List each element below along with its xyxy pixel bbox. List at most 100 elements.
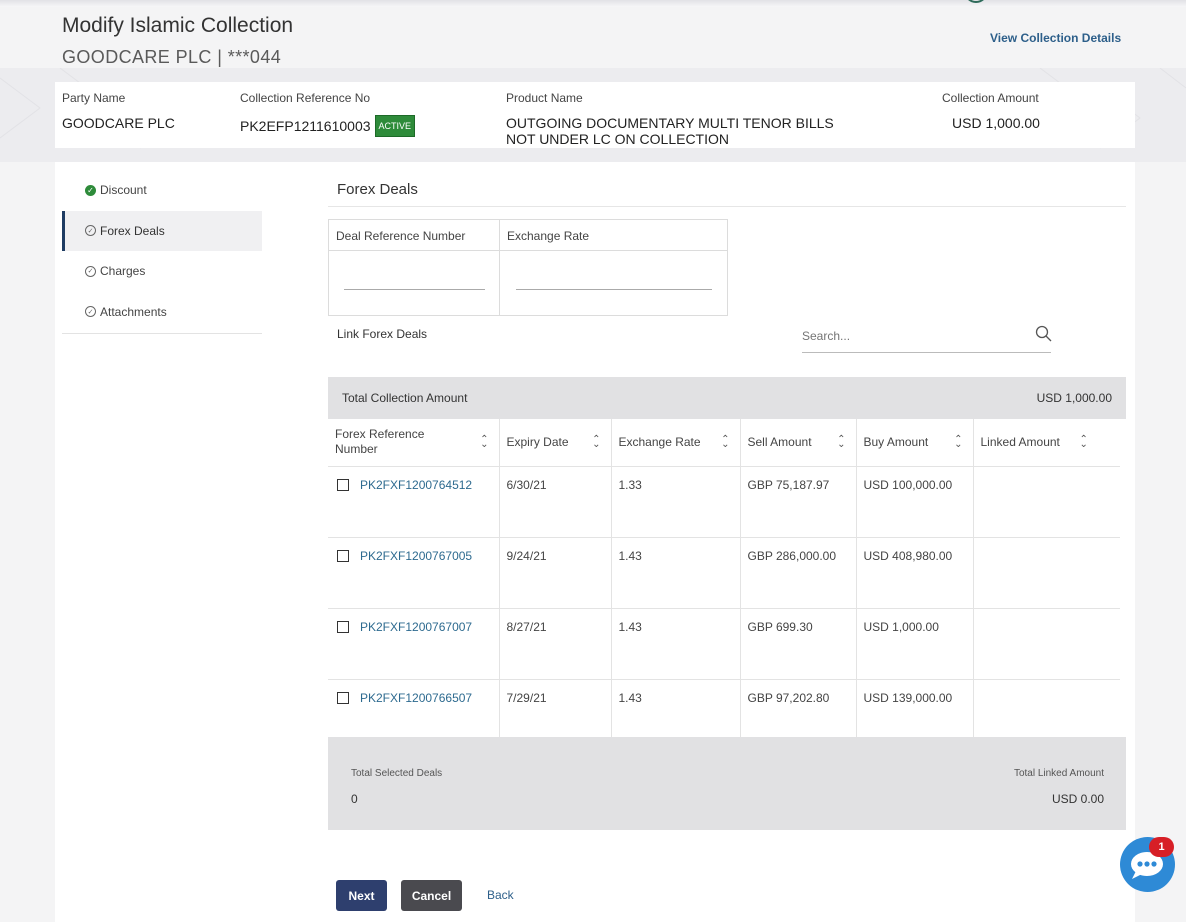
exchange-rate-header: Exchange Rate	[507, 229, 590, 243]
sidebar-item-charges[interactable]: ✓ Charges	[62, 251, 262, 292]
total-linked-amount-label: Total Linked Amount	[1013, 768, 1104, 779]
cancel-button[interactable]: Cancel	[401, 880, 462, 911]
collection-ref-field: PK2EFP1211610003 ACTIVE	[240, 115, 416, 137]
sell-amount-cell: GBP 97,202.80	[740, 679, 857, 737]
col-exchange-rate[interactable]: Exchange Rate ⌃ ⌄	[611, 419, 741, 467]
check-circle-outline-icon: ✓	[85, 306, 96, 318]
column-label: Sell Amount	[747, 435, 812, 450]
link-forex-deals-label: Link Forex Deals	[337, 327, 428, 341]
sidebar-item-forex-deals[interactable]: ✓ Forex Deals	[62, 210, 262, 251]
forex-ref-link[interactable]: PK2FXF1200767005	[360, 549, 472, 563]
sidebar-item-label: Discount	[100, 183, 147, 198]
column-label: Forex Reference Number	[335, 427, 425, 457]
exchange-rate-cell: 1.43	[611, 608, 741, 680]
table-row: PK2FXF1200767005 9/24/21 1.43 GBP 286,00…	[328, 537, 1120, 609]
exchange-rate-cell: 1.43	[611, 537, 741, 609]
column-label: Linked Amount	[980, 435, 1060, 450]
linked-amount-cell[interactable]	[973, 537, 1120, 609]
sell-amount-cell: GBP 75,187.97	[740, 466, 857, 538]
check-circle-icon: ✓	[85, 184, 96, 196]
linked-amount-cell[interactable]	[973, 608, 1120, 680]
sort-icon[interactable]: ⌃ ⌄	[592, 435, 600, 450]
deal-entry-box: Deal Reference Number Exchange Rate	[328, 219, 728, 316]
notification-badge: 1	[1149, 837, 1174, 857]
expiry-date-cell: 6/30/21	[499, 466, 612, 538]
linked-amount-cell[interactable]	[973, 679, 1120, 737]
col-sell-amount[interactable]: Sell Amount ⌃ ⌄	[740, 419, 857, 467]
col-forex-reference[interactable]: Forex Reference Number ⌃ ⌄	[328, 419, 500, 467]
check-circle-outline-icon: ✓	[85, 225, 96, 237]
column-label: Exchange Rate	[618, 435, 701, 450]
sort-icon[interactable]: ⌃ ⌄	[837, 435, 845, 450]
sidebar-item-label: Forex Deals	[100, 223, 165, 238]
exchange-rate-input[interactable]	[516, 280, 712, 290]
total-selected-deals-label: Total Selected Deals	[351, 768, 443, 779]
forex-ref-link[interactable]: PK2FXF1200764512	[360, 478, 472, 492]
row-checkbox[interactable]	[337, 691, 349, 704]
forex-deals-table-wrapper: Forex Reference Number ⌃ ⌄ Expiry Date ⌃ ⌄ E…	[328, 419, 1120, 737]
search-icon[interactable]	[1035, 325, 1053, 343]
check-circle-outline-icon: ✓	[85, 265, 96, 277]
column-label: Expiry Date	[506, 435, 569, 450]
sort-icon[interactable]: ⌃ ⌄	[480, 435, 488, 450]
view-collection-details-link[interactable]: View Collection Details	[990, 31, 1121, 45]
sidebar-item-label: Attachments	[100, 304, 167, 319]
sidebar-item-label: Charges	[100, 264, 146, 279]
buy-amount-cell: USD 139,000.00	[856, 679, 974, 737]
collection-summary-card: Party Name GOODCARE PLC Collection Refer…	[55, 82, 1135, 148]
row-checkbox[interactable]	[337, 620, 349, 633]
buy-amount-cell: USD 408,980.00	[856, 537, 974, 609]
col-linked-amount[interactable]: Linked Amount ⌃ ⌄	[973, 419, 1120, 467]
search-input[interactable]	[802, 320, 1051, 353]
section-divider	[328, 206, 1126, 207]
collection-ref-value: PK2EFP1211610003	[240, 118, 371, 134]
total-collection-label: Total Collection Amount	[342, 391, 468, 405]
collection-amount-value: USD 1,000.00	[952, 115, 1040, 131]
sell-amount-cell: GBP 286,000.00	[740, 537, 857, 609]
row-checkbox[interactable]	[337, 478, 349, 491]
buy-amount-cell: USD 1,000.00	[856, 608, 974, 680]
sort-icon[interactable]: ⌃ ⌄	[1080, 435, 1088, 450]
expiry-date-cell: 7/29/21	[499, 679, 612, 737]
section-title: Forex Deals	[337, 181, 418, 198]
column-label: Buy Amount	[863, 435, 929, 450]
total-linked-amount-value: USD 0.00	[1051, 792, 1104, 806]
collection-amount-label: Collection Amount	[942, 91, 1039, 105]
exchange-rate-cell: 1.33	[611, 466, 741, 538]
sidebar-item-attachments[interactable]: ✓ Attachments	[62, 292, 262, 333]
col-buy-amount[interactable]: Buy Amount ⌃ ⌄	[856, 419, 974, 467]
forex-ref-link[interactable]: PK2FXF1200767007	[360, 620, 472, 634]
page-subtitle: GOODCARE PLC | ***044	[62, 47, 282, 67]
row-checkbox[interactable]	[337, 549, 349, 562]
deal-ref-input[interactable]	[344, 280, 485, 290]
table-row: PK2FXF1200767007 8/27/21 1.43 GBP 699.30…	[328, 608, 1120, 680]
exchange-rate-cell: 1.43	[611, 679, 741, 737]
buy-amount-cell: USD 100,000.00	[856, 466, 974, 538]
expiry-date-cell: 8/27/21	[499, 608, 612, 680]
col-expiry-date[interactable]: Expiry Date ⌃ ⌄	[499, 419, 612, 467]
party-name-label: Party Name	[62, 91, 126, 105]
product-name-label: Product Name	[506, 91, 583, 105]
table-row: PK2FXF1200766507 7/29/21 1.43 GBP 97,202…	[328, 679, 1120, 737]
next-button[interactable]: Next	[336, 880, 387, 911]
sort-icon[interactable]: ⌃ ⌄	[954, 435, 962, 450]
table-header-row: Forex Reference Number ⌃ ⌄ Expiry Date ⌃ ⌄ E…	[328, 419, 1120, 467]
product-name-value: OUTGOING DOCUMENTARY MULTI TENOR BILLS N…	[506, 115, 834, 147]
back-link[interactable]: Back	[487, 888, 514, 902]
collection-ref-label: Collection Reference No	[240, 91, 371, 105]
deals-totals-footer: Total Selected Deals 0 Total Linked Amou…	[328, 737, 1126, 830]
page-title: Modify Islamic Collection	[62, 14, 294, 37]
forex-deals-table: Forex Reference Number ⌃ ⌄ Expiry Date ⌃ ⌄ E…	[328, 419, 1120, 737]
sidebar-divider	[62, 333, 262, 334]
sort-icon[interactable]: ⌃ ⌄	[721, 435, 729, 450]
total-collection-value: USD 1,000.00	[1036, 391, 1112, 405]
status-badge: ACTIVE	[374, 115, 416, 137]
sidebar-menu: ✓ Discount ✓ Forex Deals ✓ Charges ✓ Att…	[62, 170, 262, 332]
top-bar	[0, 0, 1186, 7]
total-selected-deals-value: 0	[351, 792, 358, 806]
linked-amount-cell[interactable]	[973, 466, 1120, 538]
forex-ref-link[interactable]: PK2FXF1200766507	[360, 691, 472, 705]
sidebar-item-discount[interactable]: ✓ Discount	[62, 170, 262, 211]
table-row: PK2FXF1200764512 6/30/21 1.33 GBP 75,187…	[328, 466, 1120, 538]
sell-amount-cell: GBP 699.30	[740, 608, 857, 680]
